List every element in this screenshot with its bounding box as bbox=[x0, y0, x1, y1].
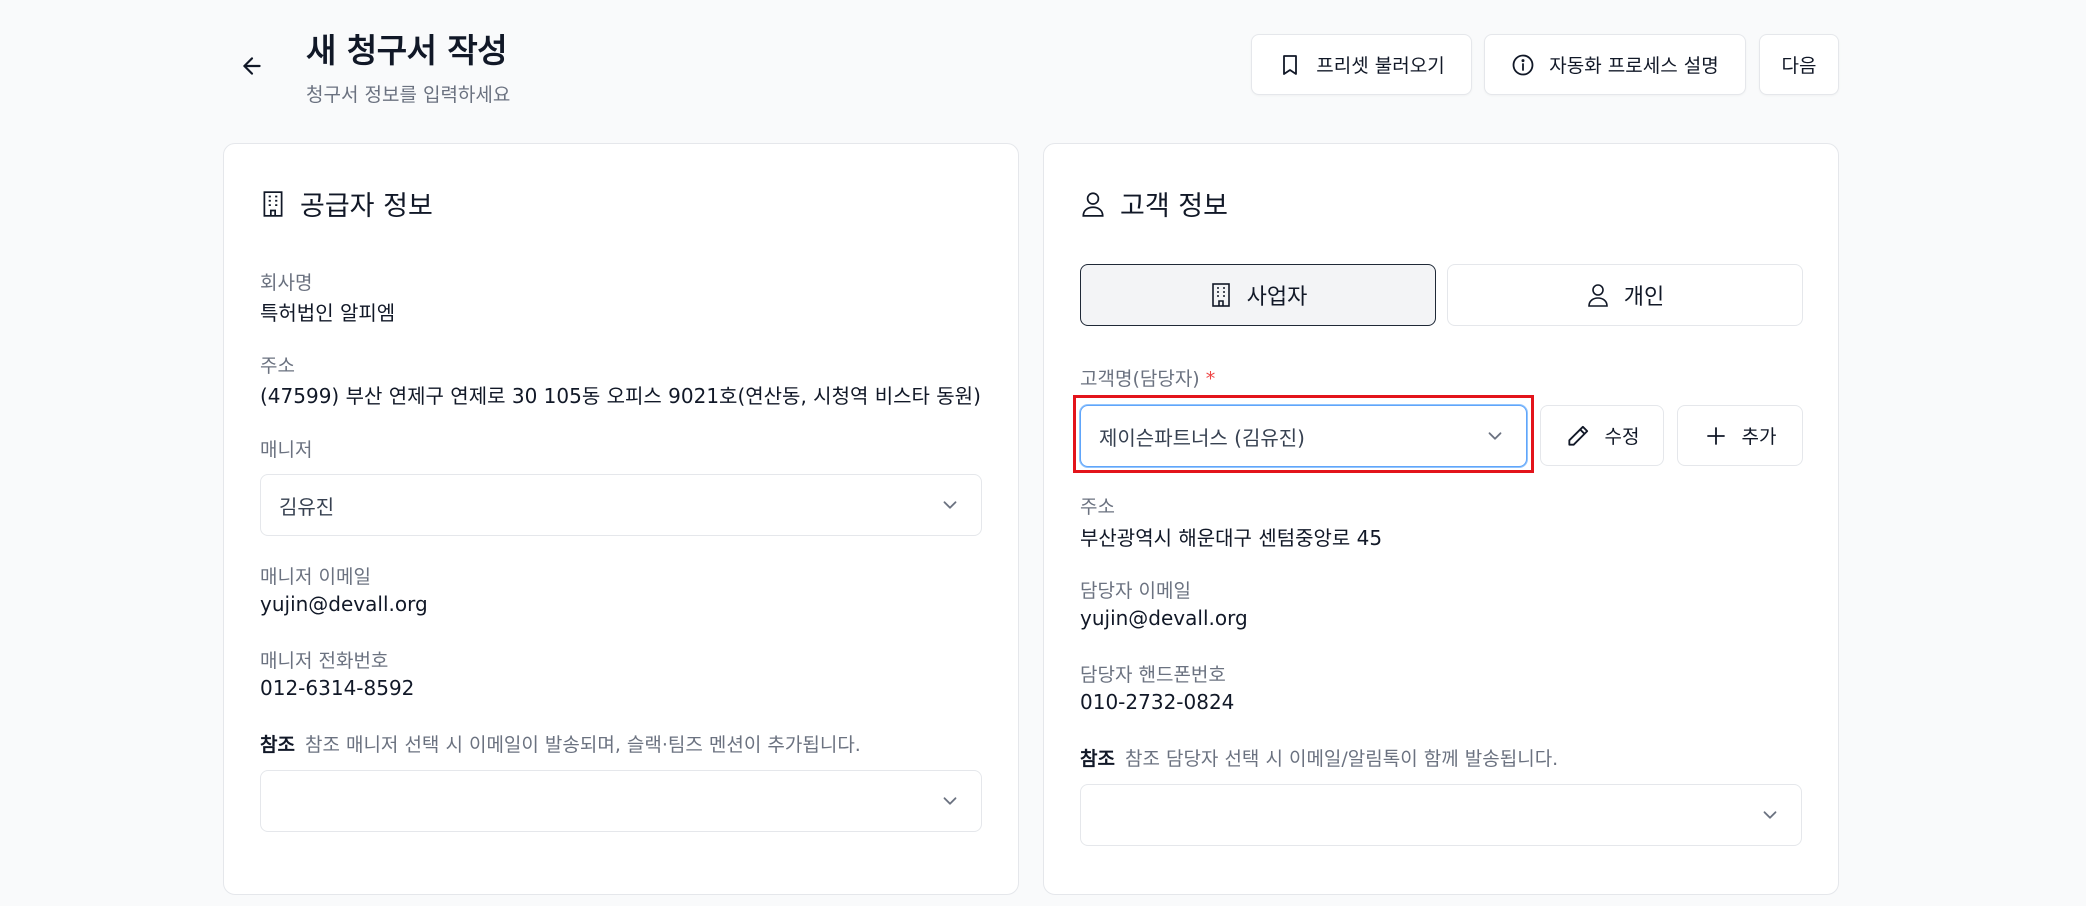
customer-cc-note: 참조 참조 담당자 선택 시 이메일/알림톡이 함께 발송됩니다. bbox=[1080, 744, 1558, 771]
info-icon bbox=[1512, 54, 1534, 75]
supplier-card: 공급자 정보 회사명 특허법인 알피엠 주소 (47599) 부산 연제구 연제… bbox=[223, 143, 1019, 895]
user-icon bbox=[1587, 284, 1608, 307]
customer-email-value: yujin@devall.org bbox=[1080, 606, 1248, 630]
next-button[interactable]: 다음 bbox=[1759, 34, 1839, 95]
building-icon bbox=[1211, 283, 1230, 307]
supplier-address-value: (47599) 부산 연제구 연제로 30 105동 오피스 9021호(연산동… bbox=[260, 384, 981, 408]
company-value: 특허법인 알피엠 bbox=[260, 301, 396, 325]
plus-icon bbox=[1706, 426, 1725, 445]
manager-phone-label: 매니저 전화번호 bbox=[260, 650, 389, 672]
load-preset-label: 프리셋 불러오기 bbox=[1316, 55, 1445, 77]
customer-type-business-tab[interactable]: 사업자 bbox=[1080, 264, 1436, 326]
manager-email-label: 매니저 이메일 bbox=[260, 566, 371, 588]
chevron-down-icon bbox=[943, 501, 957, 509]
edit-customer-label: 수정 bbox=[1604, 426, 1640, 448]
manager-select-value: 김유진 bbox=[279, 494, 335, 519]
add-customer-label: 추가 bbox=[1741, 426, 1777, 448]
building-icon bbox=[263, 190, 283, 217]
customer-phone-label: 담당자 핸드폰번호 bbox=[1080, 664, 1226, 686]
company-label: 회사명 bbox=[260, 272, 313, 294]
customer-address-value: 부산광역시 해운대구 센텀중앙로 45 bbox=[1080, 526, 1383, 550]
arrow-left-icon bbox=[243, 57, 261, 75]
supplier-address-label: 주소 bbox=[260, 355, 295, 377]
customer-phone-value: 010-2732-0824 bbox=[1080, 690, 1235, 714]
pencil-icon bbox=[1567, 425, 1588, 446]
customer-type-individual-tab[interactable]: 개인 bbox=[1447, 264, 1803, 326]
customer-cc-select[interactable] bbox=[1080, 784, 1802, 846]
supplier-cc-select[interactable] bbox=[260, 770, 982, 832]
add-customer-button[interactable]: 추가 bbox=[1677, 405, 1803, 466]
bookmark-icon bbox=[1283, 54, 1298, 75]
customer-name-label: 고객명(담당자) * bbox=[1080, 368, 1216, 390]
customer-cc-hint: 참조 담당자 선택 시 이메일/알림톡이 함께 발송됩니다. bbox=[1124, 748, 1559, 770]
manager-phone-value: 012-6314-8592 bbox=[260, 676, 415, 700]
page-subtitle: 청구서 정보를 입력하세요 bbox=[306, 84, 511, 106]
automation-info-label: 자동화 프로세스 설명 bbox=[1549, 55, 1719, 77]
customer-type-business-label: 사업자 bbox=[1246, 285, 1308, 310]
manager-email-value: yujin@devall.org bbox=[260, 592, 428, 616]
supplier-cc-note: 참조 참조 매니저 선택 시 이메일이 발송되며, 슬랙·팀즈 멘션이 추가됩니다… bbox=[260, 730, 861, 757]
required-mark: * bbox=[1205, 368, 1216, 390]
customer-email-label: 담당자 이메일 bbox=[1080, 580, 1191, 602]
next-label: 다음 bbox=[1781, 55, 1817, 77]
chevron-down-icon bbox=[943, 797, 957, 805]
manager-label: 매니저 bbox=[260, 439, 313, 461]
back-button[interactable] bbox=[232, 46, 272, 86]
customer-address-label: 주소 bbox=[1080, 496, 1115, 518]
customer-card: 고객 정보 사업자 개인 고객명(담당자) * 제이슨파트너스 (김유진) 수정 … bbox=[1043, 143, 1839, 895]
user-icon bbox=[1082, 191, 1104, 217]
automation-info-button[interactable]: 자동화 프로세스 설명 bbox=[1484, 34, 1746, 95]
customer-cc-label: 참조 bbox=[1080, 748, 1115, 770]
supplier-cc-label: 참조 bbox=[260, 734, 295, 756]
chevron-down-icon bbox=[1763, 811, 1777, 819]
load-preset-button[interactable]: 프리셋 불러오기 bbox=[1251, 34, 1472, 95]
customer-type-individual-label: 개인 bbox=[1623, 285, 1665, 310]
supplier-card-title: 공급자 정보 bbox=[260, 184, 433, 223]
customer-card-title: 고객 정보 bbox=[1080, 184, 1228, 223]
customer-name-select[interactable]: 제이슨파트너스 (김유진) bbox=[1080, 405, 1527, 467]
chevron-down-icon bbox=[1488, 432, 1502, 440]
edit-customer-button[interactable]: 수정 bbox=[1540, 405, 1664, 466]
customer-name-select-value: 제이슨파트너스 (김유진) bbox=[1099, 425, 1305, 450]
supplier-cc-hint: 참조 매니저 선택 시 이메일이 발송되며, 슬랙·팀즈 멘션이 추가됩니다. bbox=[304, 734, 861, 756]
page-title: 새 청구서 작성 bbox=[306, 31, 508, 70]
manager-select[interactable]: 김유진 bbox=[260, 474, 982, 536]
